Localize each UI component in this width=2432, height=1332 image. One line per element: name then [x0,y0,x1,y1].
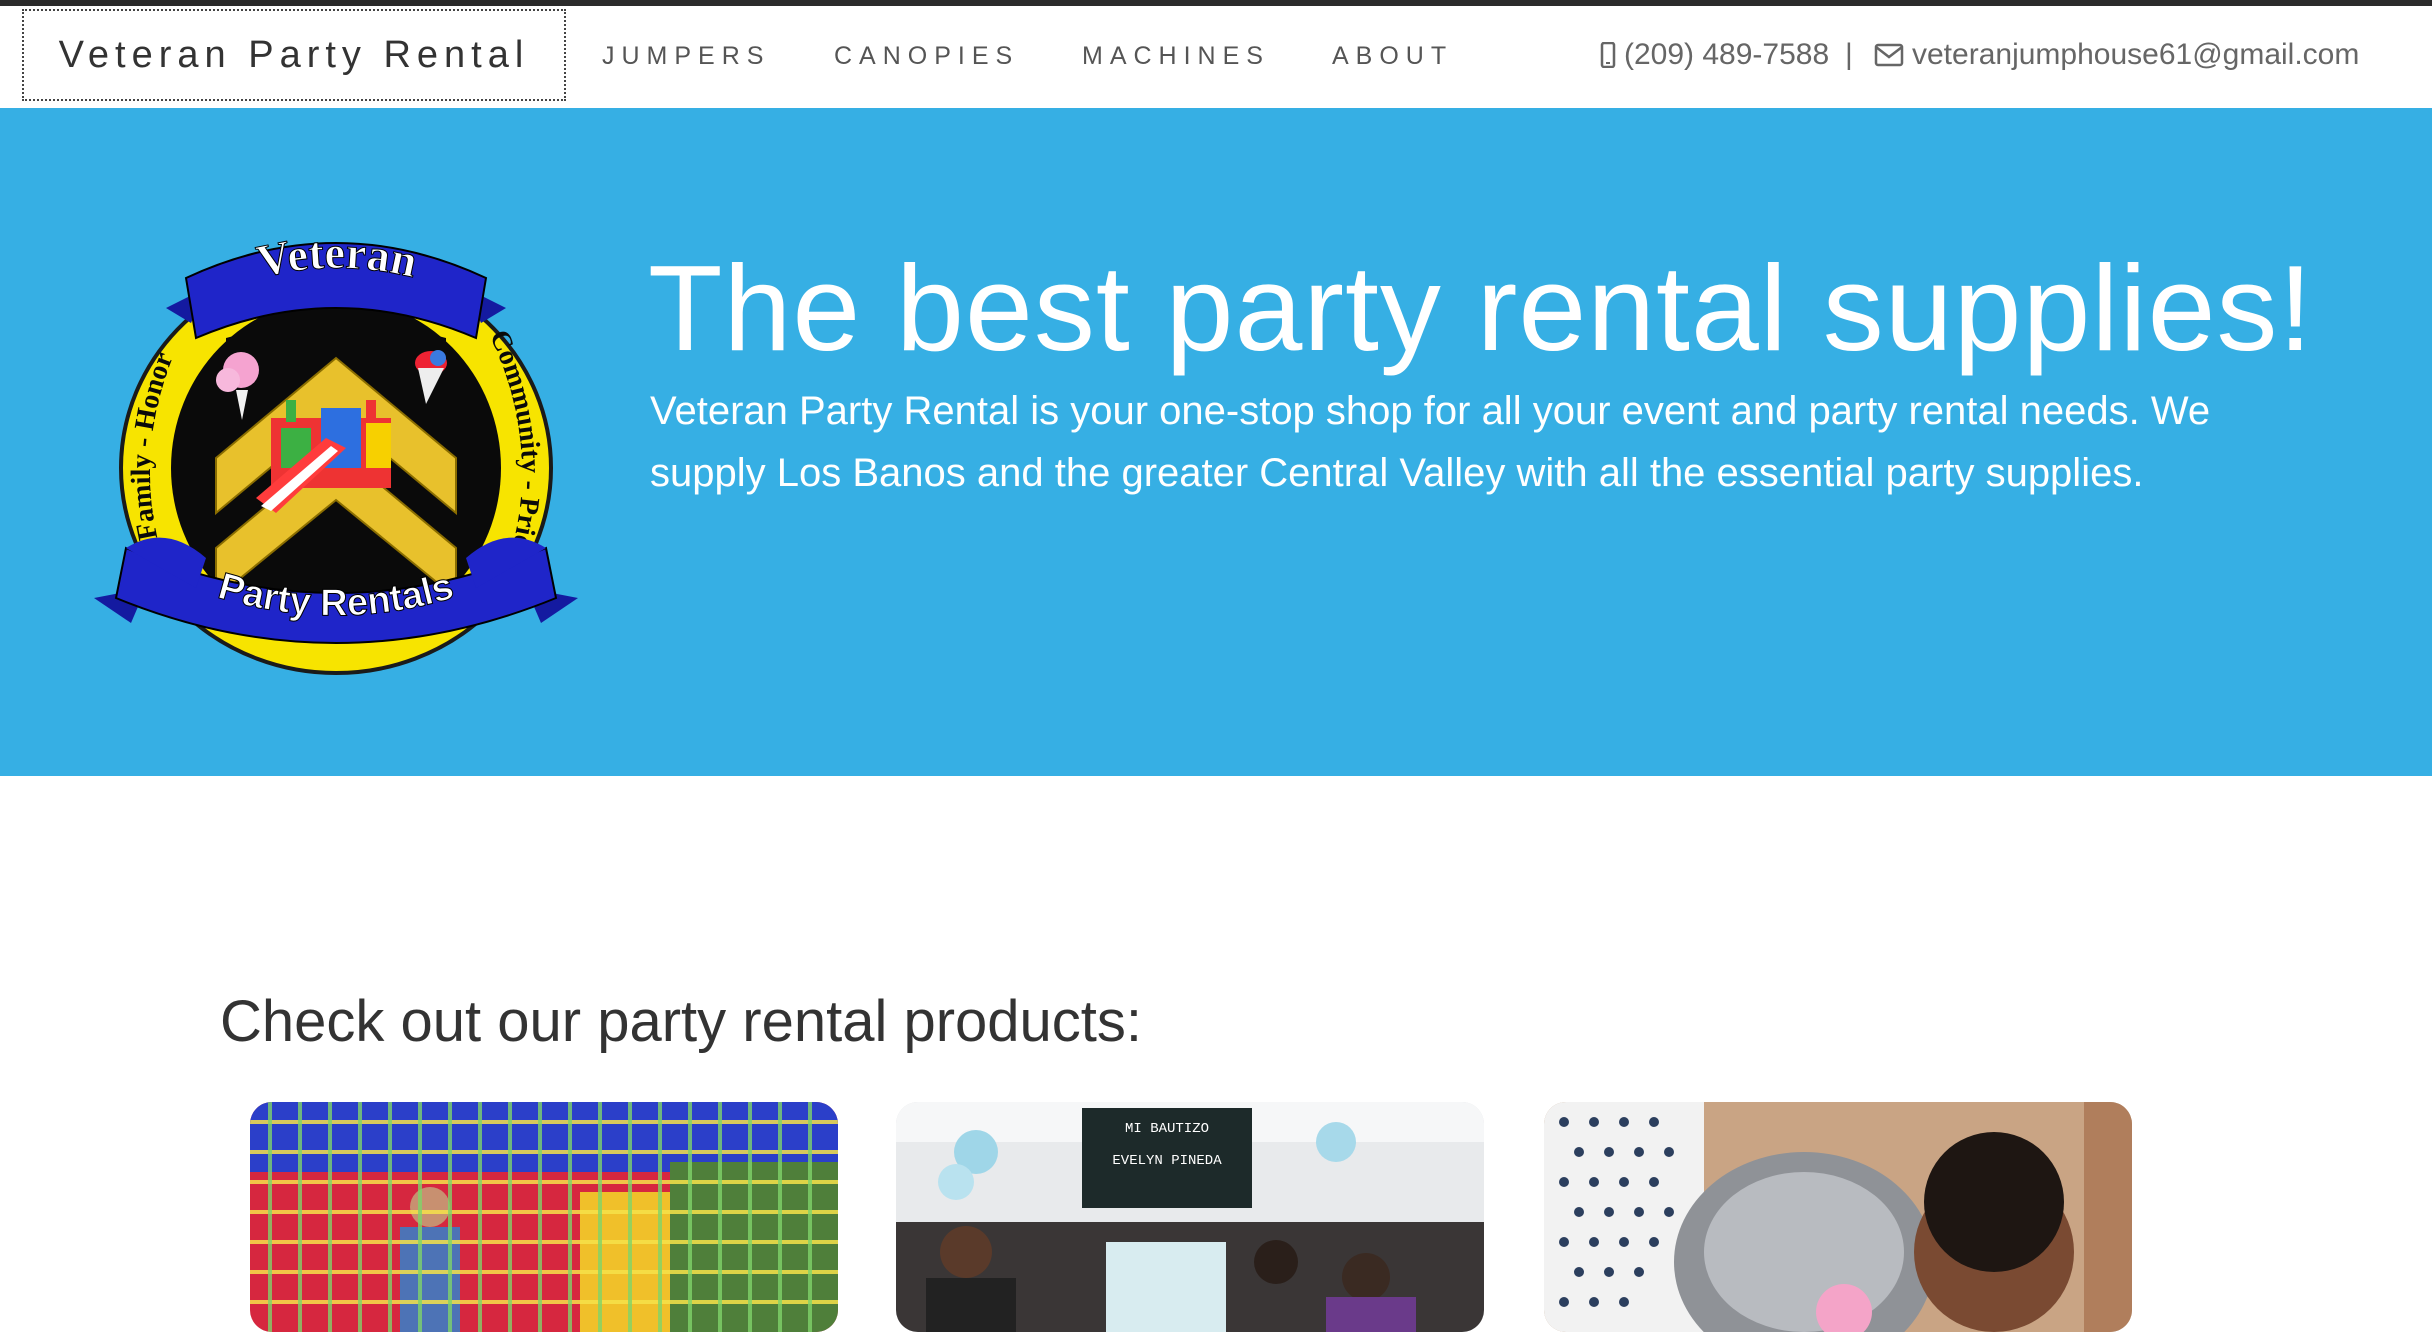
hero-title: The best party rental supplies! [648,240,2314,376]
nav-link-machines[interactable]: MACHINES [1082,42,1270,71]
product-card-canopies[interactable]: MI BAUTIZO EVELYN PINEDA [896,1102,1484,1332]
brand-link[interactable]: Veteran Party Rental [22,9,566,101]
mobile-phone-icon [1600,42,1616,68]
envelope-icon [1874,43,1904,67]
product-card-machines[interactable] [1544,1102,2132,1332]
contact-separator: | [1845,38,1853,71]
phone-contact[interactable]: (209) 489-7588 [1600,38,1829,72]
products-heading: Check out our party rental products: [220,989,1143,1054]
phone-number: (209) 489-7588 [1624,38,1830,71]
nav-link-about[interactable]: ABOUT [1332,42,1453,71]
veteran-party-rentals-logo: Veteran Family - Honor Community - Pride… [94,226,578,675]
svg-text:EVELYN PINEDA: EVELYN PINEDA [1112,1153,1222,1169]
machine-photo [1544,1102,2132,1332]
nav-link-jumpers[interactable]: JUMPERS [602,42,770,71]
navbar: Veteran Party Rental JUMPERS CANOPIES MA… [0,6,2432,108]
hero-description: Veteran Party Rental is your one-stop sh… [650,389,2211,495]
hero-banner: Veteran Family - Honor Community - Pride… [0,108,2432,776]
email-contact[interactable]: veteranjumphouse61@gmail.com [1874,38,2359,72]
svg-text:MI BAUTIZO: MI BAUTIZO [1125,1121,1209,1137]
product-card-jumpers[interactable] [250,1102,838,1332]
canopy-photo: MI BAUTIZO EVELYN PINEDA [896,1102,1484,1332]
nav-link-canopies[interactable]: CANOPIES [834,42,1019,71]
email-address: veteranjumphouse61@gmail.com [1912,38,2360,71]
jumper-photo [250,1102,838,1332]
